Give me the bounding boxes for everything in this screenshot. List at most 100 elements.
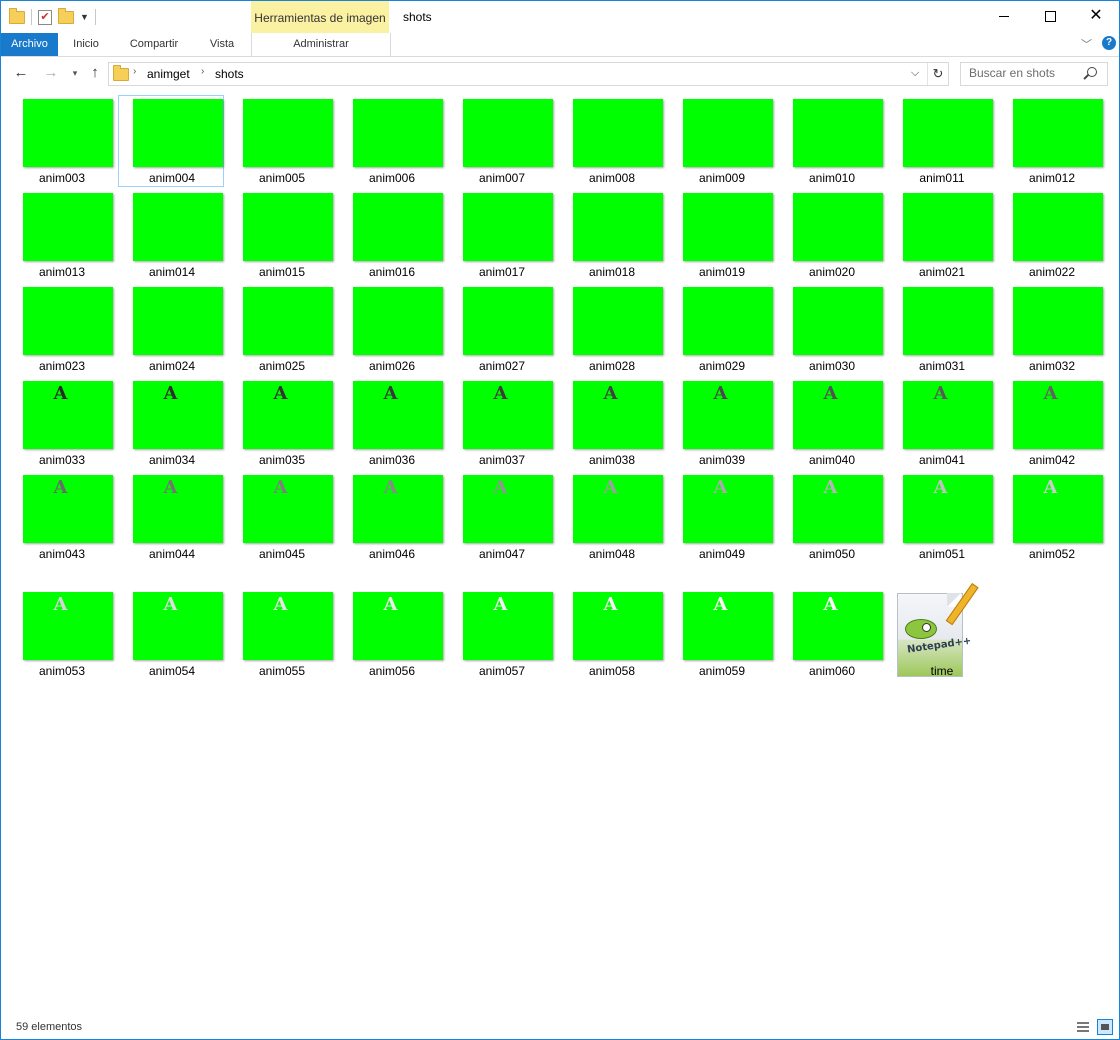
file-item-image[interactable]: Aanim034 bbox=[118, 377, 224, 469]
refresh-icon[interactable]: ↻ bbox=[927, 63, 948, 85]
file-item-image[interactable]: Aanim036 bbox=[338, 377, 444, 469]
file-item-image[interactable]: anim004 bbox=[118, 95, 224, 187]
file-item-image[interactable]: Aanim056 bbox=[338, 588, 444, 680]
file-item-image[interactable]: Aanim053 bbox=[8, 588, 114, 680]
file-item-image[interactable]: anim031 bbox=[888, 283, 994, 375]
file-item-image[interactable]: anim025 bbox=[228, 283, 334, 375]
file-item-image[interactable]: Aanim054 bbox=[118, 588, 224, 680]
file-item-image[interactable]: Aanim048 bbox=[558, 471, 664, 563]
file-name: anim034 bbox=[148, 453, 196, 467]
breadcrumb-separator-icon[interactable]: › bbox=[133, 66, 136, 77]
file-item-image[interactable]: anim018 bbox=[558, 189, 664, 281]
file-item-image[interactable]: anim023 bbox=[8, 283, 114, 375]
file-item-image[interactable]: anim007 bbox=[448, 95, 554, 187]
file-item-image[interactable]: anim009 bbox=[668, 95, 774, 187]
file-item-image[interactable]: anim032 bbox=[998, 283, 1104, 375]
image-thumbnail bbox=[353, 99, 443, 167]
file-item-image[interactable]: Aanim050 bbox=[778, 471, 884, 563]
details-view-icon[interactable] bbox=[1075, 1019, 1091, 1035]
tab-administrar[interactable]: Administrar bbox=[251, 33, 391, 56]
file-item-image[interactable]: anim024 bbox=[118, 283, 224, 375]
breadcrumb-shots[interactable]: shots bbox=[215, 67, 244, 81]
file-item-image[interactable]: anim028 bbox=[558, 283, 664, 375]
file-item-image[interactable]: anim010 bbox=[778, 95, 884, 187]
file-name: anim020 bbox=[808, 265, 856, 279]
file-item-image[interactable]: anim020 bbox=[778, 189, 884, 281]
search-box[interactable] bbox=[960, 62, 1108, 86]
breadcrumb-animget[interactable]: animget bbox=[147, 67, 190, 81]
minimize-button[interactable] bbox=[981, 1, 1027, 31]
address-history-chevron-icon[interactable]: ⌵ bbox=[911, 67, 919, 80]
file-item-image[interactable]: Aanim039 bbox=[668, 377, 774, 469]
file-item-image[interactable]: Aanim033 bbox=[8, 377, 114, 469]
file-item-document[interactable]: Notepad++ time bbox=[888, 583, 994, 680]
properties-icon[interactable]: ✔ bbox=[38, 9, 52, 25]
file-item-image[interactable]: Aanim038 bbox=[558, 377, 664, 469]
new-folder-icon[interactable] bbox=[58, 7, 74, 24]
forward-arrow-icon[interactable]: → bbox=[41, 63, 61, 83]
image-thumbnail bbox=[1013, 193, 1103, 261]
tab-archivo[interactable]: Archivo bbox=[1, 33, 58, 56]
file-name: anim005 bbox=[258, 171, 306, 185]
file-item-image[interactable]: anim029 bbox=[668, 283, 774, 375]
search-input[interactable] bbox=[961, 63, 1087, 83]
large-icons-view-icon[interactable] bbox=[1097, 1019, 1113, 1035]
file-item-image[interactable]: anim027 bbox=[448, 283, 554, 375]
search-icon[interactable] bbox=[1087, 67, 1097, 77]
image-thumbnail bbox=[243, 193, 333, 261]
thumbnail-letter: A bbox=[933, 477, 948, 498]
file-item-image[interactable]: Aanim046 bbox=[338, 471, 444, 563]
file-item-image[interactable]: anim014 bbox=[118, 189, 224, 281]
file-item-image[interactable]: anim012 bbox=[998, 95, 1104, 187]
file-item-image[interactable]: anim008 bbox=[558, 95, 664, 187]
file-item-image[interactable]: Aanim037 bbox=[448, 377, 554, 469]
image-thumbnail bbox=[793, 193, 883, 261]
file-name: anim016 bbox=[368, 265, 416, 279]
help-icon[interactable]: ? bbox=[1102, 36, 1116, 50]
up-arrow-icon[interactable]: ↑ bbox=[85, 63, 105, 83]
file-item-image[interactable]: anim015 bbox=[228, 189, 334, 281]
customize-toolbar-dropdown-icon[interactable]: ▼ bbox=[80, 12, 89, 22]
file-item-image[interactable]: anim022 bbox=[998, 189, 1104, 281]
file-item-image[interactable]: anim013 bbox=[8, 189, 114, 281]
file-item-image[interactable]: anim026 bbox=[338, 283, 444, 375]
file-item-image[interactable]: Aanim055 bbox=[228, 588, 334, 680]
file-item-image[interactable]: Aanim040 bbox=[778, 377, 884, 469]
file-item-image[interactable]: Aanim045 bbox=[228, 471, 334, 563]
breadcrumb-separator-icon[interactable]: › bbox=[201, 66, 204, 77]
file-item-image[interactable]: anim006 bbox=[338, 95, 444, 187]
file-item-image[interactable]: Aanim060 bbox=[778, 588, 884, 680]
recent-locations-chevron-icon[interactable]: ▾ bbox=[65, 63, 85, 83]
back-arrow-icon[interactable]: ← bbox=[11, 63, 31, 83]
tab-inicio[interactable]: Inicio bbox=[58, 33, 114, 56]
file-item-image[interactable]: Aanim047 bbox=[448, 471, 554, 563]
file-item-image[interactable]: Aanim042 bbox=[998, 377, 1104, 469]
file-item-image[interactable]: Aanim043 bbox=[8, 471, 114, 563]
file-item-image[interactable]: anim019 bbox=[668, 189, 774, 281]
close-button[interactable]: ✕ bbox=[1073, 1, 1119, 31]
file-item-image[interactable]: anim003 bbox=[8, 95, 114, 187]
file-item-image[interactable]: Aanim052 bbox=[998, 471, 1104, 563]
file-item-image[interactable]: Aanim044 bbox=[118, 471, 224, 563]
file-item-image[interactable]: Aanim049 bbox=[668, 471, 774, 563]
file-item-image[interactable]: anim011 bbox=[888, 95, 994, 187]
file-item-image[interactable]: anim005 bbox=[228, 95, 334, 187]
file-item-image[interactable]: Aanim058 bbox=[558, 588, 664, 680]
tab-vista[interactable]: Vista bbox=[194, 33, 250, 56]
file-name: anim006 bbox=[368, 171, 416, 185]
file-item-image[interactable]: anim016 bbox=[338, 189, 444, 281]
file-item-image[interactable]: Aanim041 bbox=[888, 377, 994, 469]
tab-compartir[interactable]: Compartir bbox=[114, 33, 194, 56]
expand-ribbon-chevron-icon[interactable]: ﹀ bbox=[1081, 36, 1092, 52]
address-bar[interactable]: › animget › shots ⌵ ↻ bbox=[108, 62, 949, 86]
folder-icon[interactable] bbox=[9, 7, 25, 24]
maximize-button[interactable] bbox=[1027, 1, 1073, 31]
file-item-image[interactable]: anim017 bbox=[448, 189, 554, 281]
file-item-image[interactable]: Aanim035 bbox=[228, 377, 334, 469]
file-item-image[interactable]: Aanim051 bbox=[888, 471, 994, 563]
file-item-image[interactable]: anim021 bbox=[888, 189, 994, 281]
file-item-image[interactable]: Aanim057 bbox=[448, 588, 554, 680]
file-item-image[interactable]: anim030 bbox=[778, 283, 884, 375]
image-thumbnail bbox=[1013, 287, 1103, 355]
file-item-image[interactable]: Aanim059 bbox=[668, 588, 774, 680]
